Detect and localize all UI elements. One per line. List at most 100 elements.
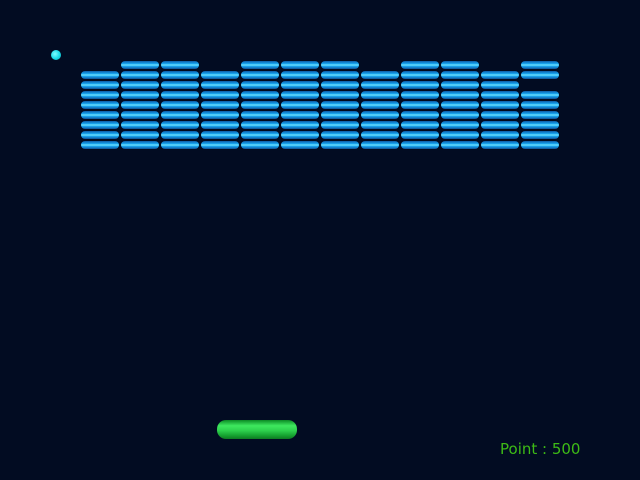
brick (481, 71, 519, 79)
brick (161, 111, 199, 119)
brick (121, 111, 159, 119)
brick (281, 81, 319, 89)
brick (201, 101, 239, 109)
game-board: Point : 500 (0, 0, 640, 480)
brick (481, 101, 519, 109)
brick (201, 81, 239, 89)
brick (401, 71, 439, 79)
brick (441, 111, 479, 119)
score-label: Point : 500 (500, 440, 581, 458)
brick (201, 91, 239, 99)
brick (441, 121, 479, 129)
brick (241, 91, 279, 99)
brick (201, 121, 239, 129)
brick (401, 91, 439, 99)
brick (321, 91, 359, 99)
brick (161, 131, 199, 139)
brick (201, 131, 239, 139)
brick (161, 121, 199, 129)
brick (441, 131, 479, 139)
brick (241, 141, 279, 149)
brick (401, 111, 439, 119)
brick (281, 131, 319, 139)
brick (521, 61, 559, 69)
brick (201, 111, 239, 119)
brick (121, 121, 159, 129)
brick (281, 91, 319, 99)
brick (241, 81, 279, 89)
brick (121, 81, 159, 89)
brick (481, 81, 519, 89)
brick (361, 81, 399, 89)
brick (401, 61, 439, 69)
brick (81, 141, 119, 149)
brick (281, 71, 319, 79)
brick (281, 61, 319, 69)
brick (241, 111, 279, 119)
brick (361, 101, 399, 109)
ball (51, 50, 61, 60)
brick (321, 71, 359, 79)
brick (121, 131, 159, 139)
brick (441, 81, 479, 89)
brick (361, 141, 399, 149)
brick (441, 141, 479, 149)
brick (241, 101, 279, 109)
brick (401, 81, 439, 89)
brick (241, 121, 279, 129)
brick (281, 141, 319, 149)
brick (321, 131, 359, 139)
brick (121, 101, 159, 109)
brick (321, 81, 359, 89)
paddle[interactable] (217, 420, 297, 439)
brick (361, 121, 399, 129)
brick (161, 81, 199, 89)
brick (161, 91, 199, 99)
brick (241, 71, 279, 79)
brick (121, 61, 159, 69)
brick (81, 111, 119, 119)
brick (481, 111, 519, 119)
brick (241, 61, 279, 69)
brick (281, 101, 319, 109)
brick (81, 81, 119, 89)
brick (121, 141, 159, 149)
brick (161, 61, 199, 69)
brick (361, 91, 399, 99)
brick (161, 101, 199, 109)
brick (201, 71, 239, 79)
brick-field (0, 0, 640, 160)
brick (321, 101, 359, 109)
brick (441, 101, 479, 109)
brick (81, 71, 119, 79)
brick (161, 71, 199, 79)
brick (401, 141, 439, 149)
brick (81, 91, 119, 99)
brick (521, 71, 559, 79)
brick (401, 131, 439, 139)
brick (481, 121, 519, 129)
brick (521, 141, 559, 149)
brick (521, 111, 559, 119)
brick (281, 111, 319, 119)
brick (481, 131, 519, 139)
brick (481, 141, 519, 149)
brick (121, 91, 159, 99)
brick (81, 101, 119, 109)
brick (281, 121, 319, 129)
brick (441, 91, 479, 99)
brick (201, 141, 239, 149)
brick (441, 61, 479, 69)
brick (321, 111, 359, 119)
brick (361, 111, 399, 119)
brick (521, 91, 559, 99)
brick (521, 131, 559, 139)
brick (361, 131, 399, 139)
brick (241, 131, 279, 139)
brick (481, 91, 519, 99)
brick (441, 71, 479, 79)
brick (321, 121, 359, 129)
brick (401, 121, 439, 129)
brick (161, 141, 199, 149)
brick (361, 71, 399, 79)
